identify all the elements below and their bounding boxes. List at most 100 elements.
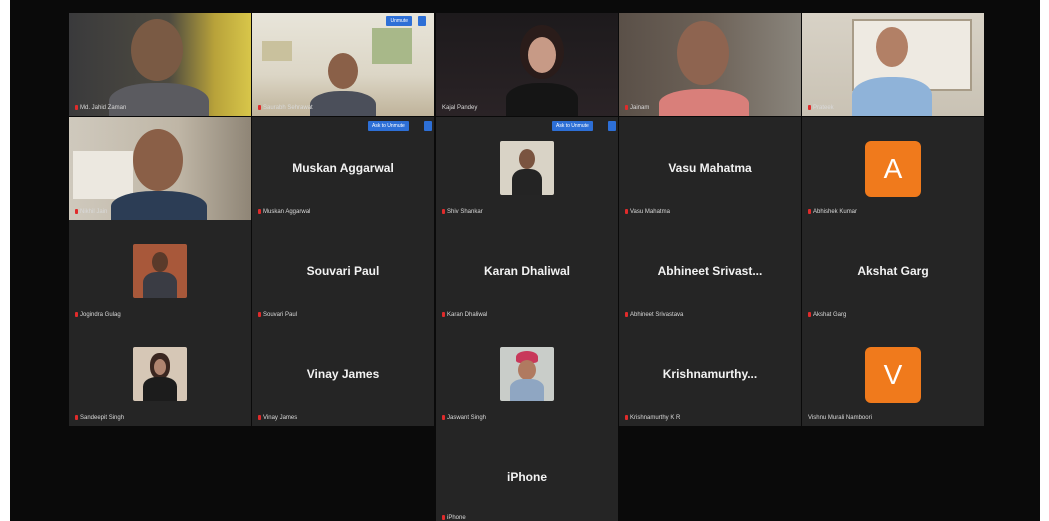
participant-name-label: Jainam <box>625 104 649 111</box>
participant-name-label: Abhishek Kumar <box>808 208 857 215</box>
right-margin <box>1040 0 1049 521</box>
participant-display-name: Vasu Mahatma <box>668 161 752 175</box>
participant-name-label: Saurabh Sehrawat <box>258 104 313 111</box>
background-board <box>73 151 133 199</box>
muted-mic-icon <box>808 311 811 317</box>
participant-tile[interactable]: Sandeepit Singh <box>69 323 251 426</box>
participant-display-name: Karan Dhaliwal <box>483 264 571 278</box>
muted-mic-icon <box>625 311 628 317</box>
muted-mic-icon <box>625 414 628 420</box>
participant-name-label: Shiv Shankar <box>442 208 483 215</box>
left-margin <box>0 0 10 521</box>
muted-mic-icon <box>442 208 445 214</box>
participant-name-label: Vinay James <box>258 414 297 421</box>
ask-to-unmute-button[interactable]: Ask to Unmute <box>368 121 409 131</box>
person-figure <box>876 27 908 67</box>
participant-tile[interactable]: Jogindra Gulag <box>69 220 251 323</box>
zoom-gallery-view: Md. Jahid Zaman Unmute Saurabh Sehrawat … <box>0 0 1049 521</box>
participant-tile[interactable]: Abhineet Srivast... Abhineet Srivastava <box>619 220 801 323</box>
participant-name-label: Jogindra Gulag <box>75 311 121 318</box>
muted-mic-icon <box>625 208 628 214</box>
background-shelf <box>262 41 292 61</box>
person-figure <box>111 191 207 220</box>
participant-tile[interactable]: V Vishnu Murali Namboori <box>802 323 984 426</box>
participant-display-name: Abhineet Srivast... <box>657 264 763 278</box>
ask-to-unmute-button[interactable]: Ask to Unmute <box>552 121 593 131</box>
participant-tile[interactable]: Unmute Saurabh Sehrawat <box>252 13 434 116</box>
participant-name-label: Krishnamurthy K R <box>625 414 680 421</box>
person-figure <box>852 77 932 116</box>
participant-tile[interactable]: Jaswant Singh <box>436 323 618 426</box>
participant-tile[interactable]: Karan Dhaliwal Karan Dhaliwal <box>436 220 618 323</box>
initial-avatar: A <box>865 141 921 197</box>
more-options-button[interactable] <box>424 121 432 131</box>
participant-name-label: Souvari Paul <box>258 311 297 318</box>
muted-mic-icon <box>258 311 261 317</box>
participant-tile[interactable]: Md. Jahid Zaman <box>69 13 251 116</box>
participant-display-name: Muskan Aggarwal <box>292 161 394 175</box>
participant-tile[interactable]: Prateek <box>802 13 984 116</box>
participant-display-name: Krishnamurthy... <box>662 367 758 381</box>
muted-mic-icon <box>808 208 811 214</box>
participant-tile[interactable]: Vasu Mahatma Vasu Mahatma <box>619 117 801 220</box>
person-figure <box>506 83 578 116</box>
muted-mic-icon <box>75 311 78 317</box>
muted-mic-icon <box>442 311 445 317</box>
participant-name-label: Jaswant Singh <box>442 414 486 421</box>
participant-name-label: Karan Dhaliwal <box>442 311 487 318</box>
participant-tile[interactable]: iPhone iPhone <box>436 426 618 521</box>
participant-display-name: Souvari Paul <box>306 264 380 278</box>
participant-name-label: Muskan Aggarwal <box>258 208 310 215</box>
muted-mic-icon <box>625 104 628 110</box>
background-plant <box>372 28 412 64</box>
muted-mic-icon <box>258 208 261 214</box>
muted-mic-icon <box>442 414 445 420</box>
participant-name-label: Abhineet Srivastava <box>625 311 683 318</box>
participant-name-label: Sandeepit Singh <box>75 414 124 421</box>
participant-name-label: Kajal Pandey <box>442 105 478 111</box>
muted-mic-icon <box>442 514 445 520</box>
participant-name-label: Prateek <box>808 104 834 111</box>
profile-picture <box>133 244 187 298</box>
more-options-button[interactable] <box>608 121 616 131</box>
participant-name-label: iPhone <box>442 514 466 521</box>
muted-mic-icon <box>258 414 261 420</box>
muted-mic-icon <box>75 104 78 110</box>
profile-picture <box>133 347 187 401</box>
muted-mic-icon <box>75 414 78 420</box>
person-figure <box>131 19 183 81</box>
person-figure <box>310 91 376 116</box>
person-figure <box>528 37 556 73</box>
participant-tile[interactable]: Vinay James Vinay James <box>252 323 434 426</box>
participant-display-name: iPhone <box>506 470 547 484</box>
participant-tile[interactable]: Jainam <box>619 13 801 116</box>
participant-tile[interactable]: Nikhil Jain <box>69 117 251 220</box>
participant-display-name: Akshat Garg <box>857 264 929 278</box>
person-figure <box>328 53 358 89</box>
person-figure <box>677 21 729 85</box>
person-figure <box>133 129 183 191</box>
person-figure <box>659 89 749 116</box>
profile-picture <box>500 141 554 195</box>
participant-tile[interactable]: Akshat Garg Akshat Garg <box>802 220 984 323</box>
participant-name-label: Nikhil Jain <box>75 208 107 215</box>
participant-tile[interactable]: A Abhishek Kumar <box>802 117 984 220</box>
participant-display-name: Vinay James <box>306 367 380 381</box>
initial-avatar: V <box>865 347 921 403</box>
participant-tile[interactable]: Ask to Unmute Shiv Shankar <box>436 117 618 220</box>
participant-name-label: Vasu Mahatma <box>625 208 670 215</box>
participant-name-label: Akshat Garg <box>808 311 846 318</box>
more-options-button[interactable] <box>418 16 426 26</box>
muted-mic-icon <box>258 104 261 110</box>
participant-tile[interactable]: Muskan Aggarwal Ask to Unmute Muskan Agg… <box>252 117 434 220</box>
profile-picture <box>500 347 554 401</box>
participant-tile-active-speaker[interactable]: Kajal Pandey <box>436 13 618 116</box>
person-figure <box>109 83 209 116</box>
unmute-button[interactable]: Unmute <box>386 16 412 26</box>
participant-name-label: Vishnu Murali Namboori <box>808 415 872 421</box>
muted-mic-icon <box>808 104 811 110</box>
participant-tile[interactable]: Souvari Paul Souvari Paul <box>252 220 434 323</box>
muted-mic-icon <box>75 208 78 214</box>
participant-tile[interactable]: Krishnamurthy... Krishnamurthy K R <box>619 323 801 426</box>
participant-name-label: Md. Jahid Zaman <box>75 104 126 111</box>
